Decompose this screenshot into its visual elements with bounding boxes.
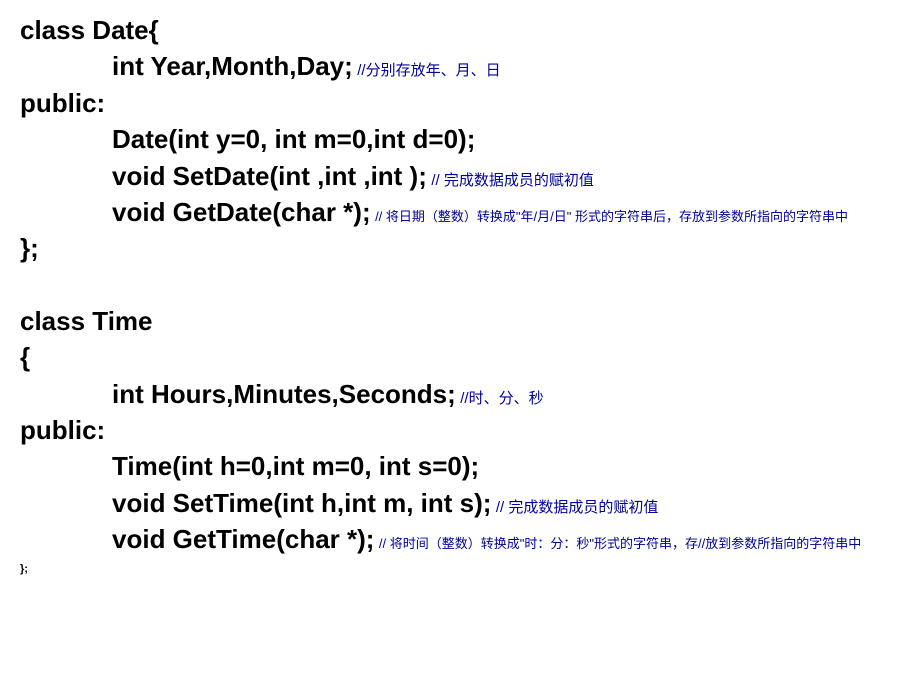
code-comment: // 将时间（整数）转换成"时：分：秒"形式的字符串，存//放到参数所指向的字符… (379, 536, 861, 551)
code-line-1: class Date{ (20, 12, 900, 48)
code-line-6: void GetDate(char *); // 将日期（整数）转换成"年/月/… (20, 194, 900, 230)
code-line-5: void SetDate(int ,int ,int ); // 完成数据成员的… (20, 158, 900, 194)
code-line-2: int Year,Month,Day; //分别存放年、月、日 (20, 48, 900, 84)
code-line-14: void GetTime(char *); // 将时间（整数）转换成"时：分：… (20, 521, 900, 557)
code-line-13: void SetTime(int h,int m, int s); // 完成数… (20, 485, 900, 521)
code-text: public: (20, 88, 105, 118)
code-text: }; (20, 233, 39, 263)
code-line-4: Date(int y=0, int m=0,int d=0); (20, 121, 900, 157)
code-line-12: Time(int h=0,int m=0, int s=0); (20, 448, 900, 484)
code-comment: // 完成数据成员的赋初值 (496, 499, 659, 516)
code-line-8: class Time (20, 303, 900, 339)
code-comment: //分别存放年、月、日 (357, 62, 500, 79)
code-line-3: public: (20, 85, 900, 121)
code-text: void GetTime(char *); (112, 524, 374, 554)
code-text: class Date{ (20, 15, 159, 45)
code-comment: // 完成数据成员的赋初值 (431, 172, 594, 189)
code-line-11: public: (20, 412, 900, 448)
blank-line (20, 267, 900, 303)
code-comment: //时、分、秒 (460, 390, 543, 407)
code-text: Date(int y=0, int m=0,int d=0); (112, 124, 475, 154)
code-text: void SetDate(int ,int ,int ); (112, 161, 427, 191)
code-text: class Time (20, 306, 153, 336)
code-text: Time(int h=0,int m=0, int s=0); (112, 451, 479, 481)
code-text: }; (20, 563, 28, 575)
code-text: public: (20, 415, 105, 445)
code-line-10: int Hours,Minutes,Seconds; //时、分、秒 (20, 376, 900, 412)
code-text: void GetDate(char *); (112, 197, 371, 227)
code-text: int Year,Month,Day; (112, 51, 353, 81)
code-line-15: }; (20, 557, 900, 579)
code-line-7: }; (20, 230, 900, 266)
code-line-9: { (20, 339, 900, 375)
code-text: { (20, 342, 30, 372)
code-text: int Hours,Minutes,Seconds; (112, 379, 456, 409)
code-comment: // 将日期（整数）转换成"年/月/日" 形式的字符串后，存放到参数所指向的字符… (375, 209, 848, 224)
code-text: void SetTime(int h,int m, int s); (112, 488, 491, 518)
